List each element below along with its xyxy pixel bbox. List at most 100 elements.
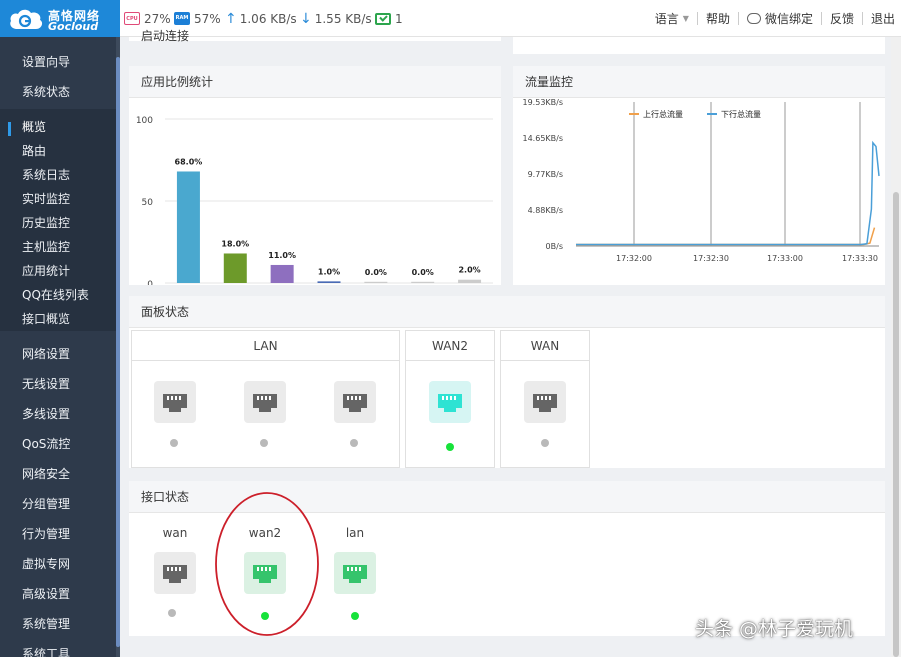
sidebar-item-system-management[interactable]: 系统管理 xyxy=(0,609,116,639)
iface-wan-label: wan xyxy=(162,526,188,540)
feedback-link[interactable]: 反馈 xyxy=(822,10,862,27)
ethernet-port-icon xyxy=(163,565,187,583)
download-rate: ↓ 1.55 KB/s xyxy=(300,0,372,37)
ethernet-port-icon xyxy=(533,394,557,412)
upload-value: 1.06 KB/s xyxy=(239,11,297,26)
cpu-value: 27% xyxy=(144,11,171,26)
bar-value-label: 0.0% xyxy=(365,268,387,277)
sidebar-subitem-history-monitor[interactable]: 历史监控 xyxy=(0,211,116,235)
caret-down-icon: ▼ xyxy=(682,14,689,23)
wan2-port[interactable] xyxy=(429,381,471,423)
sidebar-item-setup-wizard[interactable]: 设置向导 xyxy=(0,47,116,77)
lan-port-3[interactable] xyxy=(334,381,376,423)
iface-lan-port[interactable] xyxy=(334,552,376,594)
sidebar-item-behavior-management[interactable]: 行为管理 xyxy=(0,519,116,549)
sidebar-subitem-overview[interactable]: 概览 xyxy=(0,115,116,139)
bar-value-label: 68.0% xyxy=(175,157,203,166)
logo[interactable]: 高恪网络 Gocloud xyxy=(0,0,120,37)
top-bar: 高恪网络 Gocloud CPU 27% RAM 57% ↑ 1.06 KB/s… xyxy=(0,0,901,37)
sidebar-subitem-system-log[interactable]: 系统日志 xyxy=(0,163,116,187)
sidebar-item-network-security[interactable]: 网络安全 xyxy=(0,459,116,489)
bar-value-label: 2.0% xyxy=(458,266,480,275)
ram-icon: RAM xyxy=(174,12,190,25)
y-tick-label: 4.88KB/s xyxy=(528,206,563,215)
series-line-1 xyxy=(576,140,880,246)
monitor-check-icon xyxy=(375,12,391,25)
sidebar-item-system-status[interactable]: 系统状态 xyxy=(0,77,116,107)
bar-value-label: 1.0% xyxy=(318,267,340,276)
content-scroll-thumb[interactable] xyxy=(893,192,899,657)
wan-port[interactable] xyxy=(524,381,566,423)
ethernet-port-icon xyxy=(253,394,277,412)
wan-group-label: WAN xyxy=(501,331,589,361)
y-tick-label: 9.77KB/s xyxy=(528,170,563,179)
wechat-label: 微信绑定 xyxy=(764,12,813,26)
sidebar-item-group-management[interactable]: 分组管理 xyxy=(0,489,116,519)
iface-lan-label: lan xyxy=(345,526,365,540)
sidebar-subitem-interface-overview[interactable]: 接口概览 xyxy=(0,307,116,331)
sidebar-subitem-qq-online[interactable]: QQ在线列表 xyxy=(0,283,116,307)
watermark: 头条 @林子爱玩机 xyxy=(695,618,854,640)
sidebar-item-network-settings[interactable]: 网络设置 xyxy=(0,339,116,369)
sidebar-subitem-realtime-monitor[interactable]: 实时监控 xyxy=(0,187,116,211)
sidebar-item-system-tools[interactable]: 系统工具 xyxy=(0,639,116,657)
traffic-title: 流量监控 xyxy=(513,66,885,98)
wechat-icon xyxy=(746,13,761,24)
traffic-chart: 19.53KB/s 14.65KB/s 9.77KB/s 4.88KB/s 0B/s 17… xyxy=(523,98,880,263)
lan-port-2-led xyxy=(260,439,268,447)
language-label: 语言 xyxy=(654,12,679,26)
iface-wan-port[interactable] xyxy=(154,552,196,594)
lan-port-3-led xyxy=(350,439,358,447)
sidebar: 设置向导 系统状态 概览 路由 系统日志 实时监控 历史监控 主机监控 应用统计… xyxy=(0,37,120,657)
content-scrollbar[interactable] xyxy=(891,37,901,657)
logout-link[interactable]: 退出 xyxy=(863,10,901,27)
sidebar-item-wireless-settings[interactable]: 无线设置 xyxy=(0,369,116,399)
sidebar-subitem-app-stats[interactable]: 应用统计 xyxy=(0,259,116,283)
help-link[interactable]: 帮助 xyxy=(698,10,738,27)
ethernet-port-icon xyxy=(438,394,462,412)
series-line-0 xyxy=(576,227,876,246)
bar-3 xyxy=(317,281,341,283)
ethernet-port-icon xyxy=(163,394,187,412)
upload-rate: ↑ 1.06 KB/s xyxy=(225,0,297,37)
sidebar-submenu: 概览 路由 系统日志 实时监控 历史监控 主机监控 应用统计 QQ在线列表 接口… xyxy=(0,109,116,331)
x-tick-label: 17:32:00 xyxy=(616,254,652,263)
y-tick-label: 19.53KB/s xyxy=(523,98,564,107)
x-tick-label: 17:33:30 xyxy=(842,254,878,263)
x-tick-label: 17:32:30 xyxy=(693,254,729,263)
sidebar-item-multiline-settings[interactable]: 多线设置 xyxy=(0,399,116,429)
sidebar-subitem-host-monitor[interactable]: 主机监控 xyxy=(0,235,116,259)
sidebar-item-qos[interactable]: QoS流控 xyxy=(0,429,116,459)
wechat-bind-link[interactable]: 微信绑定 xyxy=(739,10,821,27)
sidebar-subitem-route[interactable]: 路由 xyxy=(0,139,116,163)
top-nav: 语言 ▼ 帮助 微信绑定 反馈 退出 xyxy=(647,0,901,37)
online-devices-count: 1 xyxy=(395,11,403,26)
y-tick-label: 50 xyxy=(142,198,154,208)
bar-4 xyxy=(364,281,388,283)
partial-panel-left: 启动连接 xyxy=(129,29,501,43)
lan-port-2[interactable] xyxy=(244,381,286,423)
panel-status-title: 面板状态 xyxy=(129,296,885,328)
app-stats-title: 应用比例统计 xyxy=(129,66,501,98)
wan-port-led xyxy=(541,439,549,447)
legend-label: 下行总流量 xyxy=(721,109,761,119)
lan-port-1-led xyxy=(170,439,178,447)
download-arrow-icon: ↓ xyxy=(300,10,312,27)
partial-text: 启动连接 xyxy=(141,29,190,43)
lan-group: LAN xyxy=(131,330,400,468)
sidebar-item-vpn[interactable]: 虚拟专网 xyxy=(0,549,116,579)
bar-value-label: 11.0% xyxy=(268,251,296,260)
upload-arrow-icon: ↑ xyxy=(225,10,237,27)
sidebar-item-advanced-settings[interactable]: 高级设置 xyxy=(0,579,116,609)
y-tick-label: 14.65KB/s xyxy=(523,134,564,143)
app-stats-panel: 应用比例统计 10050068.0%常见应用18.0%文件传输11.0%网络视频… xyxy=(129,66,501,285)
language-menu[interactable]: 语言 ▼ xyxy=(647,10,697,27)
download-value: 1.55 KB/s xyxy=(314,11,372,26)
bar-value-label: 0.0% xyxy=(412,268,434,277)
logo-text-en: Gocloud xyxy=(48,20,99,33)
wan2-group-label: WAN2 xyxy=(406,331,494,361)
partial-panel-right xyxy=(513,37,885,54)
online-devices[interactable]: 1 xyxy=(375,0,403,37)
ethernet-port-icon xyxy=(343,394,367,412)
lan-port-1[interactable] xyxy=(154,381,196,423)
